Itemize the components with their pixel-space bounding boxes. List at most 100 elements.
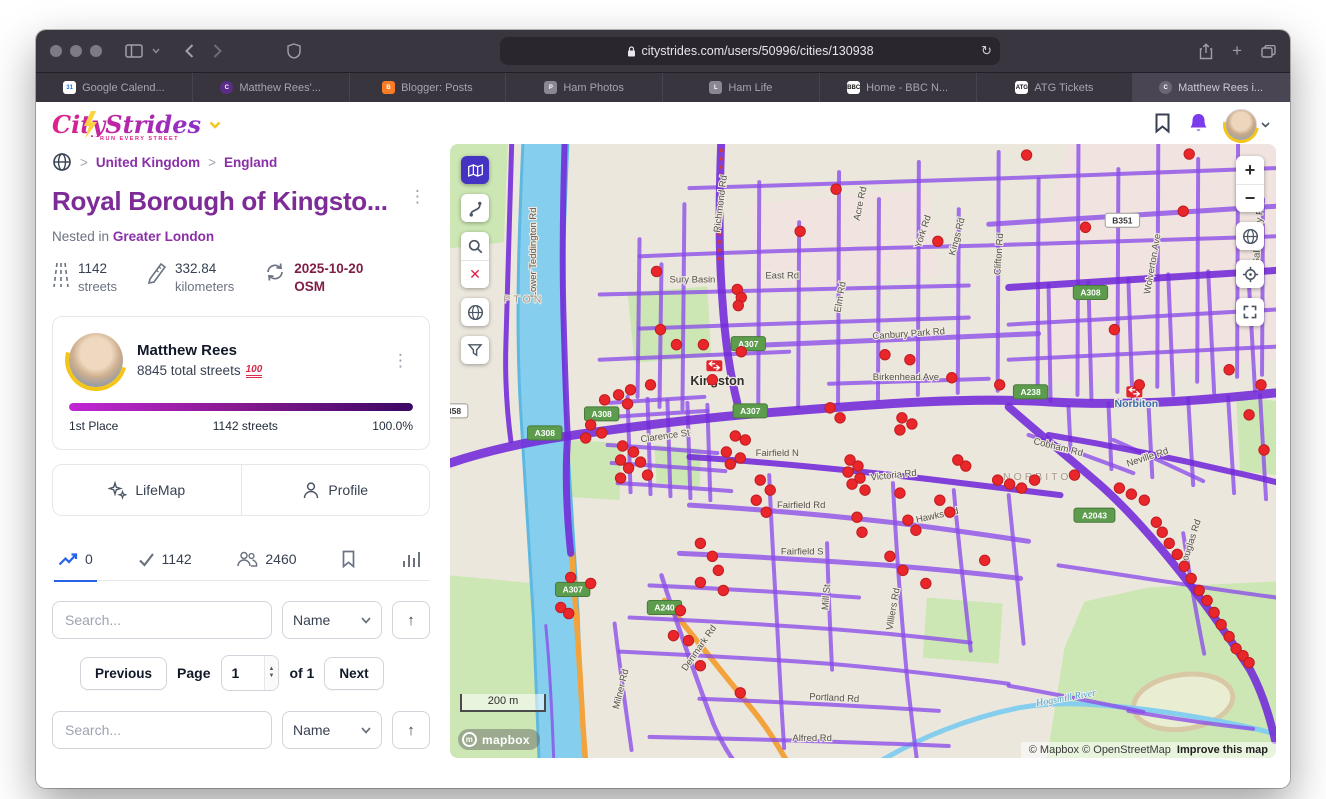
lifemap-button[interactable]: LifeMap xyxy=(53,465,241,515)
node-marker[interactable] xyxy=(735,688,745,698)
node-marker[interactable] xyxy=(831,184,841,194)
node-marker[interactable] xyxy=(945,507,955,517)
node-marker[interactable] xyxy=(1184,149,1194,159)
privacy-shield-icon[interactable] xyxy=(287,43,301,59)
node-marker[interactable] xyxy=(885,551,895,561)
node-marker[interactable] xyxy=(980,555,990,565)
next-button[interactable]: Next xyxy=(324,657,383,690)
node-marker[interactable] xyxy=(615,455,625,465)
leader-avatar[interactable] xyxy=(69,333,123,387)
node-marker[interactable] xyxy=(835,413,845,423)
node-marker[interactable] xyxy=(564,608,574,618)
node-marker[interactable] xyxy=(721,447,731,457)
node-marker[interactable] xyxy=(733,300,743,310)
leader-menu-button[interactable]: ⋮ xyxy=(388,350,413,371)
citystrides-logo[interactable]: CityStrides RUN EVERY STREET xyxy=(52,113,221,137)
node-marker[interactable] xyxy=(698,339,708,349)
node-marker[interactable] xyxy=(761,507,771,517)
node-marker[interactable] xyxy=(1186,573,1196,583)
bookmark-icon[interactable] xyxy=(1153,112,1172,139)
node-marker[interactable] xyxy=(1209,607,1219,617)
node-marker[interactable] xyxy=(651,266,661,276)
node-marker[interactable] xyxy=(718,585,728,595)
node-marker[interactable] xyxy=(847,479,857,489)
node-marker[interactable] xyxy=(961,461,971,471)
node-marker[interactable] xyxy=(825,403,835,413)
node-marker[interactable] xyxy=(580,433,590,443)
forward-button[interactable] xyxy=(213,44,222,58)
node-marker[interactable] xyxy=(671,339,681,349)
node-marker[interactable] xyxy=(1157,527,1167,537)
url-bar[interactable]: citystrides.com/users/50996/cities/13093… xyxy=(500,37,1000,65)
map-search-button[interactable] xyxy=(461,232,489,260)
node-marker[interactable] xyxy=(1224,631,1234,641)
node-marker[interactable] xyxy=(668,630,678,640)
improve-map-link[interactable]: Improve this map xyxy=(1177,744,1268,756)
node-marker[interactable] xyxy=(1134,380,1144,390)
node-marker[interactable] xyxy=(713,565,723,575)
node-marker[interactable] xyxy=(625,385,635,395)
node-marker[interactable] xyxy=(1004,479,1014,489)
node-marker[interactable] xyxy=(655,324,665,334)
node-marker[interactable] xyxy=(765,485,775,495)
node-marker[interactable] xyxy=(905,354,915,364)
node-marker[interactable] xyxy=(585,420,595,430)
node-marker[interactable] xyxy=(1244,657,1254,667)
node-marker[interactable] xyxy=(1151,517,1161,527)
sort-direction-button-2[interactable]: ↑ xyxy=(392,711,430,749)
previous-button[interactable]: Previous xyxy=(80,657,167,690)
mapbox-logo[interactable]: m mapbox xyxy=(458,729,540,750)
browser-tab[interactable]: 31Google Calend... xyxy=(36,73,193,102)
account-chevron-down-icon[interactable] xyxy=(1261,122,1270,128)
node-marker[interactable] xyxy=(622,399,632,409)
zoom-window-button[interactable] xyxy=(90,45,102,57)
node-marker[interactable] xyxy=(1016,483,1026,493)
reload-icon[interactable]: ↻ xyxy=(981,43,992,59)
node-marker[interactable] xyxy=(795,226,805,236)
map-style-button[interactable] xyxy=(461,156,489,184)
node-marker[interactable] xyxy=(695,660,705,670)
search-input[interactable] xyxy=(52,601,272,639)
node-marker[interactable] xyxy=(1216,619,1226,629)
sort-select-2[interactable]: Name xyxy=(282,711,382,749)
tab-saved[interactable] xyxy=(337,550,360,580)
node-marker[interactable] xyxy=(852,512,862,522)
page-stepper[interactable]: ▲▼ xyxy=(264,656,279,690)
search-input-2[interactable] xyxy=(52,711,272,749)
user-avatar[interactable] xyxy=(1225,109,1257,141)
node-marker[interactable] xyxy=(740,435,750,445)
tab-overview-button[interactable] xyxy=(1261,45,1276,58)
node-marker[interactable] xyxy=(1244,410,1254,420)
sort-direction-button[interactable]: ↑ xyxy=(392,601,430,639)
node-marker[interactable] xyxy=(683,635,693,645)
map-globe-button[interactable] xyxy=(461,298,489,326)
node-marker[interactable] xyxy=(843,467,853,477)
browser-tab[interactable]: BBlogger: Posts xyxy=(350,73,507,102)
node-marker[interactable] xyxy=(707,375,717,385)
node-marker[interactable] xyxy=(725,459,735,469)
node-marker[interactable] xyxy=(566,572,576,582)
route-tool-button[interactable] xyxy=(461,194,489,222)
new-tab-button[interactable]: + xyxy=(1232,41,1242,61)
city-menu-button[interactable]: ⋮ xyxy=(405,186,430,207)
node-marker[interactable] xyxy=(895,488,905,498)
browser-tab[interactable]: BBCHome - BBC N... xyxy=(820,73,977,102)
profile-button[interactable]: Profile xyxy=(242,465,430,515)
sort-select[interactable]: Name xyxy=(282,601,382,639)
node-marker[interactable] xyxy=(897,413,907,423)
locate-me-button[interactable] xyxy=(1236,260,1264,288)
node-marker[interactable] xyxy=(617,441,627,451)
breadcrumb-country[interactable]: United Kingdom xyxy=(96,155,200,170)
tab-striders[interactable]: 2460 xyxy=(232,550,300,580)
node-marker[interactable] xyxy=(623,463,633,473)
breadcrumb-region[interactable]: England xyxy=(224,155,277,170)
node-marker[interactable] xyxy=(1194,585,1204,595)
node-marker[interactable] xyxy=(1126,489,1136,499)
node-marker[interactable] xyxy=(907,419,917,429)
node-marker[interactable] xyxy=(1029,475,1039,485)
node-marker[interactable] xyxy=(1202,595,1212,605)
node-marker[interactable] xyxy=(1109,324,1119,334)
node-marker[interactable] xyxy=(994,380,1004,390)
node-marker[interactable] xyxy=(1164,538,1174,548)
browser-tab[interactable]: LHam Life xyxy=(663,73,820,102)
